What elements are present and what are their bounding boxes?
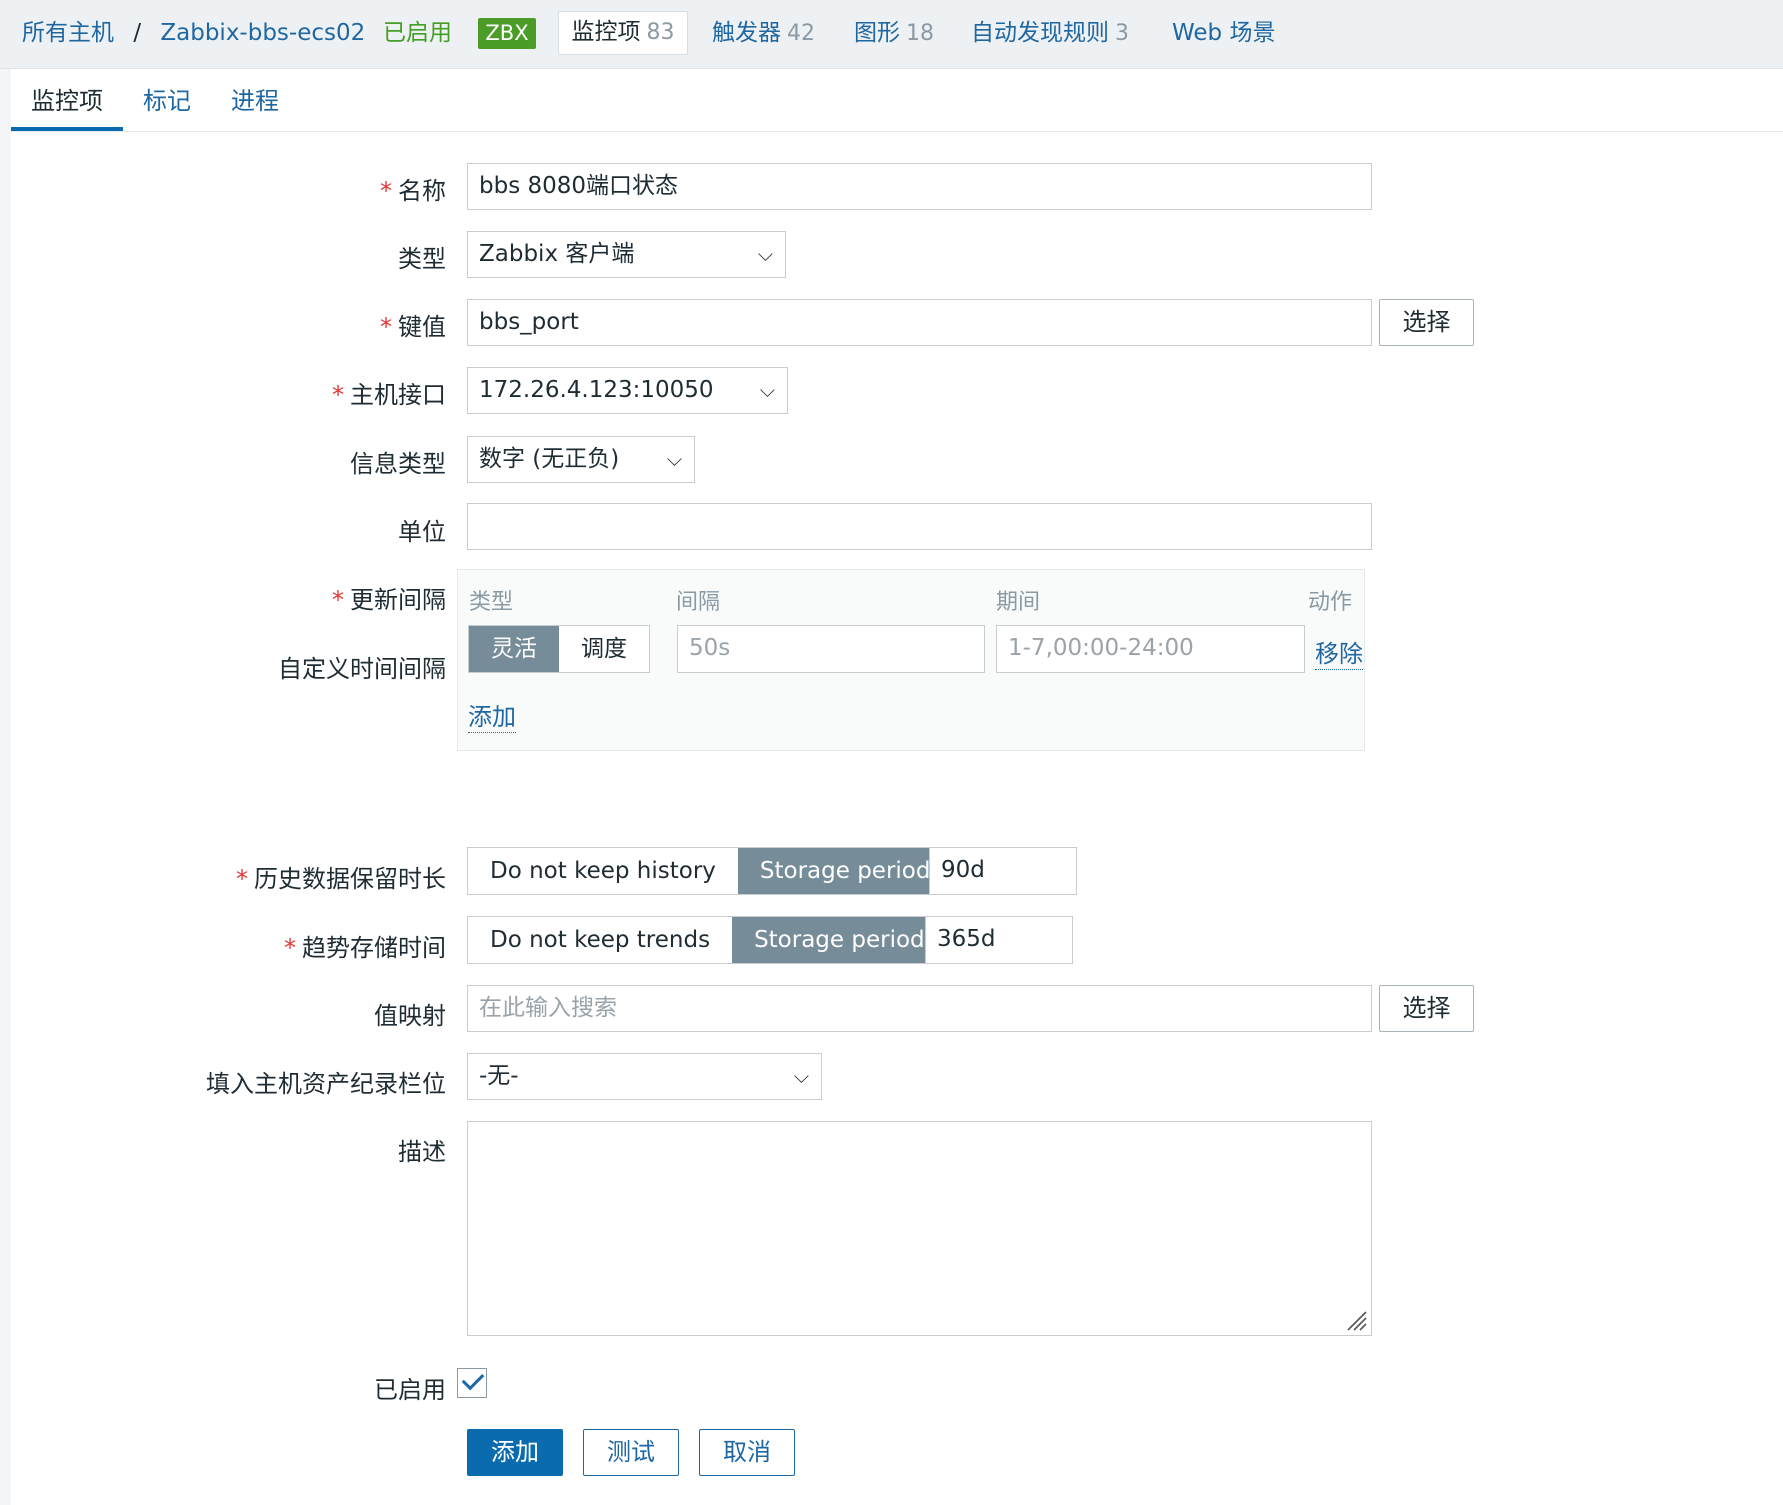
- custom-interval-add-link[interactable]: 添加: [468, 697, 516, 733]
- history-mode-toggle: Do not keep history Storage period: [467, 847, 954, 895]
- description-label: 描述: [398, 1138, 446, 1166]
- chevron-down-icon: ⌵: [666, 447, 682, 471]
- custom-col-interval: 间隔: [676, 590, 721, 615]
- trends-mode-toggle: Do not keep trends Storage period: [467, 916, 948, 964]
- valuemap-select-button[interactable]: 选择: [1379, 985, 1474, 1032]
- update-interval-label: * 更新间隔: [332, 586, 446, 614]
- custom-interval-remove-link[interactable]: 移除: [1315, 634, 1363, 670]
- custom-col-action: 动作: [1308, 590, 1353, 615]
- custom-intervals-label: 自定义时间间隔: [278, 655, 446, 683]
- valuemap-search-input[interactable]: 在此输入搜索: [467, 985, 1372, 1032]
- inventory-select-value: -无-: [479, 1063, 519, 1089]
- custom-type-scheduling[interactable]: 调度: [559, 626, 649, 672]
- units-input[interactable]: [467, 503, 1372, 550]
- description-textarea[interactable]: [467, 1121, 1372, 1336]
- key-select-button[interactable]: 选择: [1379, 299, 1474, 346]
- enabled-label: 已启用: [374, 1376, 446, 1404]
- type-select-value: Zabbix 客户端: [479, 241, 635, 267]
- interface-select[interactable]: 172.26.4.123:10050 ⌵: [467, 367, 788, 414]
- custom-intervals-table: 类型 间隔 期间 动作 灵活 调度 50s 1-7,00:00-24:00 移除…: [457, 569, 1365, 751]
- name-label: * 名称: [380, 177, 446, 205]
- trends-storage-period[interactable]: Storage period: [732, 917, 947, 963]
- history-period-input[interactable]: 90d: [929, 847, 1077, 895]
- trends-do-not-keep[interactable]: Do not keep trends: [468, 917, 733, 963]
- custom-interval-type-toggle: 灵活 调度: [468, 625, 650, 673]
- custom-type-flexible[interactable]: 灵活: [469, 626, 559, 672]
- info-type-select[interactable]: 数字 (无正负) ⌵: [467, 436, 695, 483]
- name-input[interactable]: bbs 8080端口状态: [467, 163, 1372, 210]
- chevron-down-icon: ⌵: [759, 378, 775, 402]
- interface-label: * 主机接口: [332, 381, 446, 409]
- interface-select-value: 172.26.4.123:10050: [479, 377, 714, 403]
- history-storage-period[interactable]: Storage period: [737, 848, 953, 894]
- resize-grip-icon[interactable]: [1344, 1308, 1368, 1332]
- custom-col-type: 类型: [469, 590, 514, 615]
- info-type-select-value: 数字 (无正负): [479, 446, 620, 472]
- type-select[interactable]: Zabbix 客户端 ⌵: [467, 231, 786, 278]
- chevron-down-icon: ⌵: [757, 242, 773, 266]
- inventory-label: 填入主机资产纪录栏位: [206, 1070, 446, 1098]
- key-input[interactable]: bbs_port: [467, 299, 1372, 346]
- item-form: * 名称 bbs 8080端口状态 类型 Zabbix 客户端 ⌵ * 键值 bbs…: [0, 0, 1783, 1505]
- trends-label: * 趋势存储时间: [284, 934, 446, 962]
- checkmark-icon: [461, 1367, 485, 1391]
- info-type-label: 信息类型: [350, 450, 446, 478]
- inventory-select[interactable]: -无- ⌵: [467, 1053, 822, 1100]
- test-button[interactable]: 测试: [583, 1429, 679, 1476]
- cancel-button[interactable]: 取消: [699, 1429, 795, 1476]
- enabled-checkbox[interactable]: [457, 1367, 487, 1398]
- chevron-down-icon: ⌵: [793, 1064, 809, 1088]
- add-button[interactable]: 添加: [467, 1429, 563, 1476]
- history-do-not-keep[interactable]: Do not keep history: [468, 848, 738, 894]
- valuemap-label: 值映射: [374, 1002, 446, 1030]
- custom-period-input[interactable]: 1-7,00:00-24:00: [996, 625, 1305, 673]
- custom-col-period: 期间: [996, 590, 1041, 615]
- type-label: 类型: [398, 245, 446, 273]
- units-label: 单位: [398, 518, 446, 546]
- key-label: * 键值: [380, 313, 446, 341]
- history-label: * 历史数据保留时长: [236, 865, 446, 893]
- trends-period-input[interactable]: 365d: [925, 916, 1073, 964]
- custom-interval-input[interactable]: 50s: [677, 625, 985, 673]
